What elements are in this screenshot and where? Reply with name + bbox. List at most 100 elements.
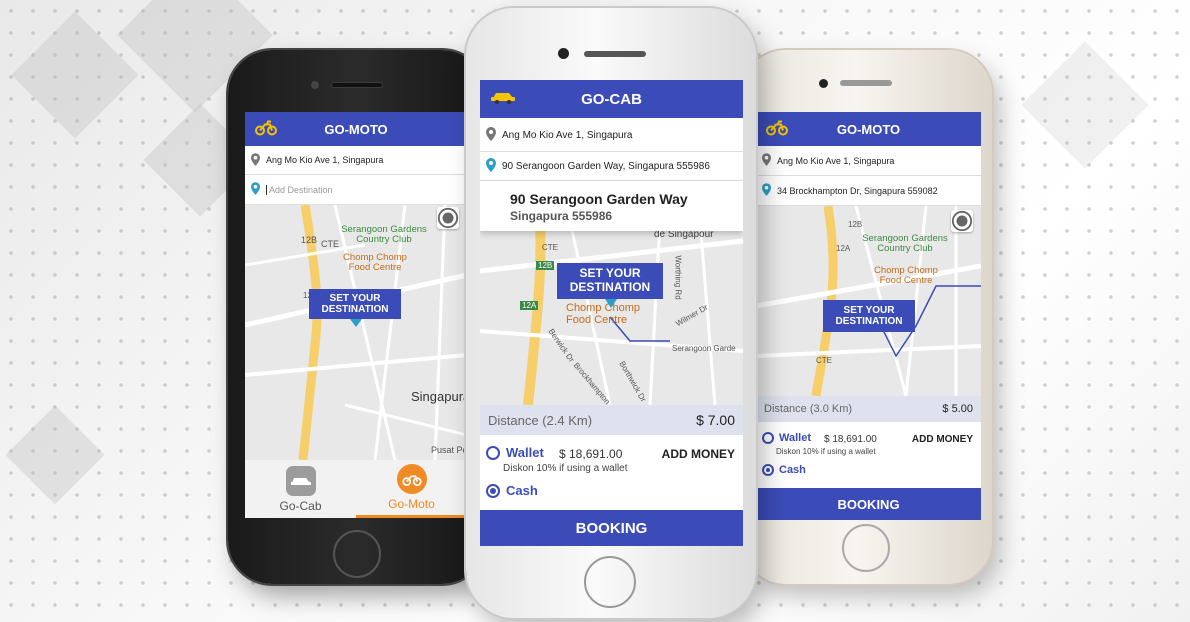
front-camera — [558, 48, 569, 59]
destination-field[interactable]: 34 Brockhampton Dr, Singapura 559082 — [756, 176, 981, 206]
pickup-field[interactable]: Ang Mo Kio Ave 1, Singapura — [480, 120, 743, 152]
road-label: 12B — [536, 261, 555, 270]
cash-radio[interactable] — [762, 464, 774, 476]
cash-label: Cash — [506, 483, 538, 498]
set-destination-button[interactable]: SET YOUR DESTINATION — [823, 300, 915, 332]
road-label: 12A — [836, 244, 851, 253]
speaker — [584, 51, 646, 57]
pickup-pin-icon — [486, 127, 496, 144]
tab-go-moto[interactable]: Go-Moto — [356, 460, 467, 518]
road-label: CTE — [542, 243, 558, 252]
bottom-tabs: Go-Cab Go-Moto — [245, 460, 467, 518]
wallet-option[interactable]: Wallet — [762, 432, 811, 444]
header-title: GO-MOTO — [324, 121, 388, 137]
wallet-discount-note: Diskon 10% if using a wallet — [503, 463, 628, 474]
header-title: GO-MOTO — [836, 121, 901, 137]
booking-button[interactable]: BOOKING — [480, 510, 743, 546]
suggestion-title: 90 Serangoon Garden Way — [510, 191, 688, 207]
pickup-text: Ang Mo Kio Ave 1, Singapura — [266, 155, 384, 165]
screen-left: GO-MOTO Ang Mo Kio Ave 1, Singapura Add … — [245, 112, 467, 518]
distance-bar: Distance (3.0 Km) $ 5.00 — [756, 396, 981, 422]
my-location-button[interactable] — [951, 210, 973, 232]
home-button[interactable] — [584, 556, 636, 608]
car-icon — [285, 465, 316, 496]
home-button[interactable] — [842, 524, 890, 572]
home-button[interactable] — [333, 530, 381, 578]
city-label: Singapura — [411, 389, 467, 404]
motorbike-icon — [766, 120, 788, 139]
wallet-radio[interactable] — [486, 445, 500, 460]
add-money-button[interactable]: ADD MONEY — [912, 434, 973, 445]
wallet-label: Wallet — [506, 445, 544, 460]
tab-label: Go-Moto — [388, 497, 435, 511]
address-suggestion[interactable]: 90 Serangoon Garden Way Singapura 555986 — [480, 181, 743, 231]
poi-label: Serangoon Gardens Country Club — [862, 233, 948, 255]
app-header: GO-CAB — [480, 80, 743, 118]
pickup-pin-icon — [762, 153, 771, 168]
add-money-button[interactable]: ADD MONEY — [662, 447, 735, 461]
app-header: GO-MOTO — [756, 112, 981, 146]
map-view[interactable]: 12B CTE Serangoon Gardens Country Club C… — [245, 205, 467, 460]
destination-pin-icon — [486, 158, 496, 175]
front-camera — [819, 79, 828, 88]
payment-options: Wallet $ 18,691.00 ADD MONEY Diskon 10% … — [756, 422, 981, 488]
pickup-text: Ang Mo Kio Ave 1, Singapura — [502, 130, 633, 141]
distance-bar: Distance (2.4 Km) $ 7.00 — [480, 405, 743, 435]
suggestion-subtitle: Singapura 555986 — [510, 209, 613, 223]
motorbike-icon — [396, 464, 427, 494]
road-label: Worthing Rd — [673, 255, 683, 300]
phone-right: GO-MOTO Ang Mo Kio Ave 1, Singapura 34 B… — [742, 50, 992, 584]
pickup-pin-icon — [251, 152, 260, 168]
set-destination-button[interactable]: SET YOUR DESTINATION — [557, 263, 663, 299]
screen-right: GO-MOTO Ang Mo Kio Ave 1, Singapura 34 B… — [756, 112, 981, 520]
app-header: GO-MOTO — [245, 112, 467, 146]
phone-center: GO-CAB Ang Mo Kio Ave 1, Singapura 90 Se… — [466, 8, 756, 618]
pickup-field[interactable]: Ang Mo Kio Ave 1, Singapura — [756, 146, 981, 176]
my-location-button[interactable] — [437, 207, 459, 229]
wallet-option[interactable]: Wallet — [486, 445, 544, 460]
background-shape — [1021, 41, 1149, 169]
destination-placeholder: Add Destination — [266, 184, 333, 195]
destination-pin-icon — [762, 183, 771, 198]
phone-left: GO-MOTO Ang Mo Kio Ave 1, Singapura Add … — [228, 50, 486, 584]
cash-option[interactable]: Cash — [486, 483, 538, 498]
header-title: GO-CAB — [581, 90, 642, 108]
cash-label: Cash — [779, 464, 806, 476]
destination-field[interactable]: Add Destination — [245, 175, 467, 205]
map-view[interactable]: 12B 12A CTE Serangoon Gardens Country Cl… — [756, 206, 981, 396]
background-shape — [11, 11, 139, 139]
poi-label: Pusat Pe — [431, 445, 467, 455]
road-label: CTE — [816, 356, 832, 365]
distance-text: Distance (3.0 Km) — [764, 403, 853, 415]
poi-label: Chomp Chomp Food Centre — [343, 252, 407, 274]
tab-label: Go-Cab — [279, 498, 322, 513]
destination-pin-icon — [251, 182, 260, 197]
speaker — [331, 82, 383, 88]
payment-options: Wallet $ 18,691.00 ADD MONEY Diskon 10% … — [480, 435, 743, 510]
map-pointer-icon — [605, 299, 617, 308]
screen-center: GO-CAB Ang Mo Kio Ave 1, Singapura 90 Se… — [480, 80, 743, 546]
destination-text: 90 Serangoon Garden Way, Singapura 55598… — [502, 161, 710, 172]
destination-field[interactable]: 90 Serangoon Garden Way, Singapura 55598… — [480, 153, 743, 181]
front-camera — [311, 81, 319, 89]
set-destination-button[interactable]: SET YOUR DESTINATION — [309, 289, 401, 319]
taxi-icon — [490, 90, 516, 108]
wallet-balance: $ 18,691.00 — [559, 447, 623, 461]
pickup-text: Ang Mo Kio Ave 1, Singapura — [777, 155, 895, 166]
road-label: 12B — [301, 235, 318, 245]
pickup-field[interactable]: Ang Mo Kio Ave 1, Singapura — [245, 146, 467, 175]
wallet-label: Wallet — [779, 432, 811, 444]
background-shape — [5, 405, 105, 505]
road-label: Serangoon Garde — [672, 344, 736, 353]
wallet-discount-note: Diskon 10% if using a wallet — [776, 447, 876, 456]
wallet-radio[interactable] — [762, 432, 774, 444]
speaker — [840, 80, 892, 86]
price-text: $ 5.00 — [942, 403, 973, 415]
booking-button[interactable]: BOOKING — [756, 488, 981, 520]
road-label: 12B — [848, 220, 863, 229]
motorbike-icon — [255, 120, 277, 139]
cash-option[interactable]: Cash — [762, 464, 806, 476]
cash-radio[interactable] — [486, 483, 500, 498]
road-label: 12A — [520, 301, 539, 310]
tab-go-cab[interactable]: Go-Cab — [245, 460, 356, 518]
